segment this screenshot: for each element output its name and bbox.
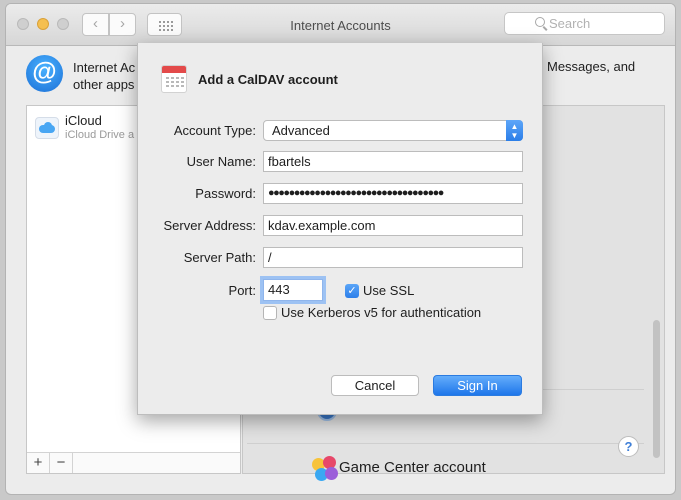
sign-in-button[interactable]: Sign In	[433, 375, 522, 396]
internet-accounts-at-icon: @	[26, 55, 63, 92]
use-kerberos-checkbox[interactable]	[263, 306, 277, 320]
server-address-field[interactable]: kdav.example.com	[263, 215, 523, 236]
use-ssl-label: Use SSL	[363, 283, 415, 298]
accounts-list-footer: + −	[27, 452, 240, 473]
search-field[interactable]: Search	[504, 12, 665, 35]
add-account-button[interactable]: +	[27, 453, 50, 473]
server-path-field[interactable]: /	[263, 247, 523, 268]
account-item-subtitle: iCloud Drive a	[65, 129, 135, 141]
account-type-value: Advanced	[272, 123, 330, 138]
search-icon	[535, 17, 545, 27]
title-bar: ‹ › Internet Accounts Search	[6, 4, 675, 46]
divider	[247, 443, 644, 444]
pane-description-line2: other apps	[73, 77, 135, 92]
use-kerberos-label: Use Kerberos v5 for authentication	[281, 305, 482, 320]
search-placeholder: Search	[549, 16, 591, 31]
help-button[interactable]: ?	[618, 436, 639, 457]
password-field[interactable]: ●●●●●●●●●●●●●●●●●●●●●●●●●●●●●●●●●●	[263, 183, 523, 204]
game-center-icon	[312, 456, 338, 482]
password-label: Password:	[195, 186, 256, 201]
game-center-account-label: Game Center account	[339, 459, 486, 476]
pane-description-right: Messages, and	[547, 59, 636, 74]
icloud-icon	[35, 117, 59, 139]
scrollbar-thumb[interactable]	[653, 320, 660, 458]
sheet-title: Add a CalDAV account	[198, 72, 338, 87]
game-center-account-option[interactable]: Game Center account	[312, 456, 486, 481]
pane-description-line1: Internet Ac	[73, 60, 136, 75]
calendar-icon	[161, 65, 187, 93]
account-type-select[interactable]: Advanced ▲ ▼	[263, 120, 523, 141]
port-label: Port:	[228, 283, 256, 298]
port-field[interactable]: 443	[263, 279, 323, 301]
cancel-button[interactable]: Cancel	[331, 375, 419, 396]
add-caldav-account-sheet: Add a CalDAV account Account Type: Advan…	[137, 43, 543, 415]
account-type-label: Account Type:	[173, 123, 256, 138]
user-name-field[interactable]: fbartels	[263, 151, 523, 172]
pane-description: Internet Ac other apps	[73, 59, 135, 93]
updown-arrows-icon: ▲ ▼	[506, 120, 523, 141]
remove-account-button[interactable]: −	[50, 453, 73, 473]
server-address-label: Server Address:	[163, 218, 257, 233]
account-item-title: iCloud	[65, 113, 102, 128]
use-ssl-checkbox[interactable]: ✓	[345, 284, 359, 298]
user-name-label: User Name:	[186, 154, 256, 169]
server-path-label: Server Path:	[183, 250, 256, 265]
